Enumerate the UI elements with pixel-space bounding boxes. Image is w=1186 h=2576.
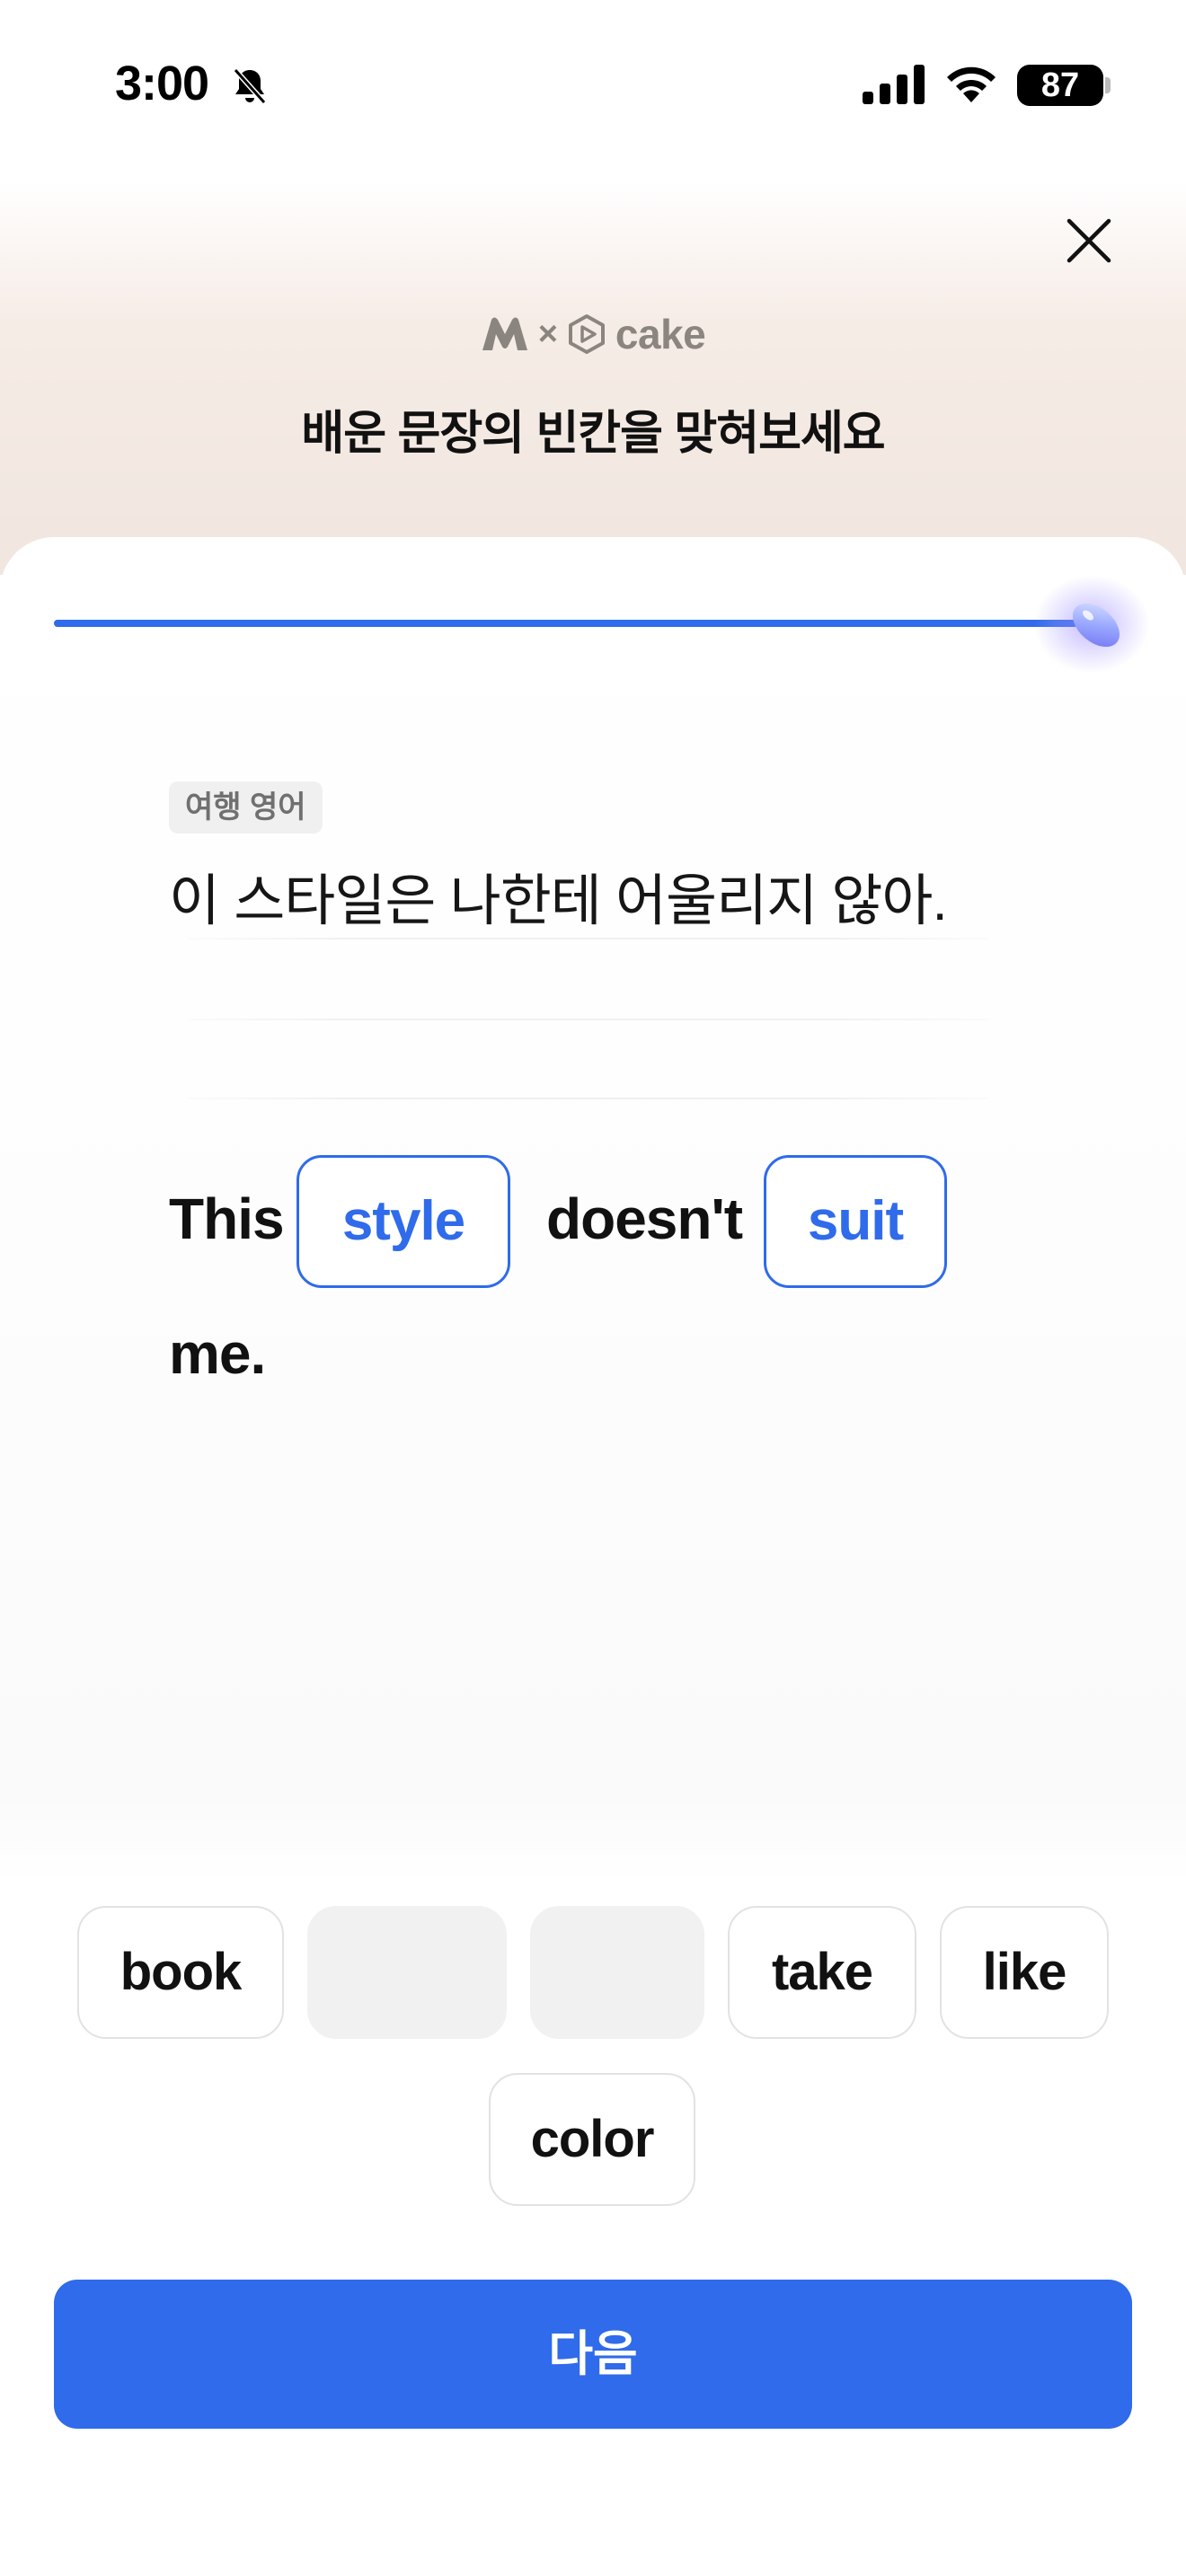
choice-chip[interactable]: like bbox=[940, 1906, 1109, 2039]
wifi-icon bbox=[947, 66, 996, 102]
bean-character-icon bbox=[1072, 603, 1120, 648]
sentence-word: This bbox=[169, 1187, 285, 1251]
cake-play-icon bbox=[568, 314, 605, 354]
brand-separator: × bbox=[537, 314, 558, 353]
sentence-word: doesn't bbox=[546, 1187, 743, 1251]
battery-cap bbox=[1105, 77, 1111, 93]
brand-logo: × cake bbox=[0, 309, 1186, 359]
quiz-card bbox=[0, 537, 1186, 2576]
bell-off-icon bbox=[233, 68, 267, 104]
quiz-screen: 3:00 87 × cake 배운 문장의 빈칸을 맞혀보세요 여행 영어 이 … bbox=[0, 0, 1186, 2576]
answer-blank-2[interactable]: suit bbox=[764, 1155, 947, 1288]
choice-chip-used bbox=[307, 1906, 507, 2039]
korean-prompt: 이 스타일은 나한테 어울리지 않아. bbox=[169, 870, 948, 932]
brand-m-icon bbox=[482, 317, 527, 350]
cellular-signal-icon bbox=[863, 65, 925, 104]
sentence-word: me. bbox=[169, 1321, 266, 1386]
choice-chip[interactable]: color bbox=[489, 2073, 695, 2206]
choice-chip[interactable]: book bbox=[77, 1906, 284, 2039]
divider bbox=[189, 1019, 988, 1020]
battery-level: 87 bbox=[1017, 65, 1103, 106]
choice-chip[interactable]: take bbox=[728, 1906, 916, 2039]
page-title: 배운 문장의 빈칸을 맞혀보세요 bbox=[301, 408, 885, 460]
category-badge: 여행 영어 bbox=[169, 781, 323, 834]
brand-cake-wordmark: cake bbox=[615, 311, 706, 357]
next-button[interactable]: 다음 bbox=[54, 2280, 1132, 2429]
status-bar: 3:00 87 bbox=[0, 0, 1186, 171]
progress-fill bbox=[54, 620, 1078, 627]
choice-chip-used bbox=[530, 1906, 704, 2039]
progress-bar bbox=[54, 620, 1078, 627]
answer-blank-1[interactable]: style bbox=[296, 1155, 510, 1288]
close-icon[interactable] bbox=[1060, 212, 1118, 269]
divider bbox=[189, 938, 988, 940]
status-time: 3:00 bbox=[115, 57, 209, 110]
divider bbox=[189, 1098, 988, 1099]
